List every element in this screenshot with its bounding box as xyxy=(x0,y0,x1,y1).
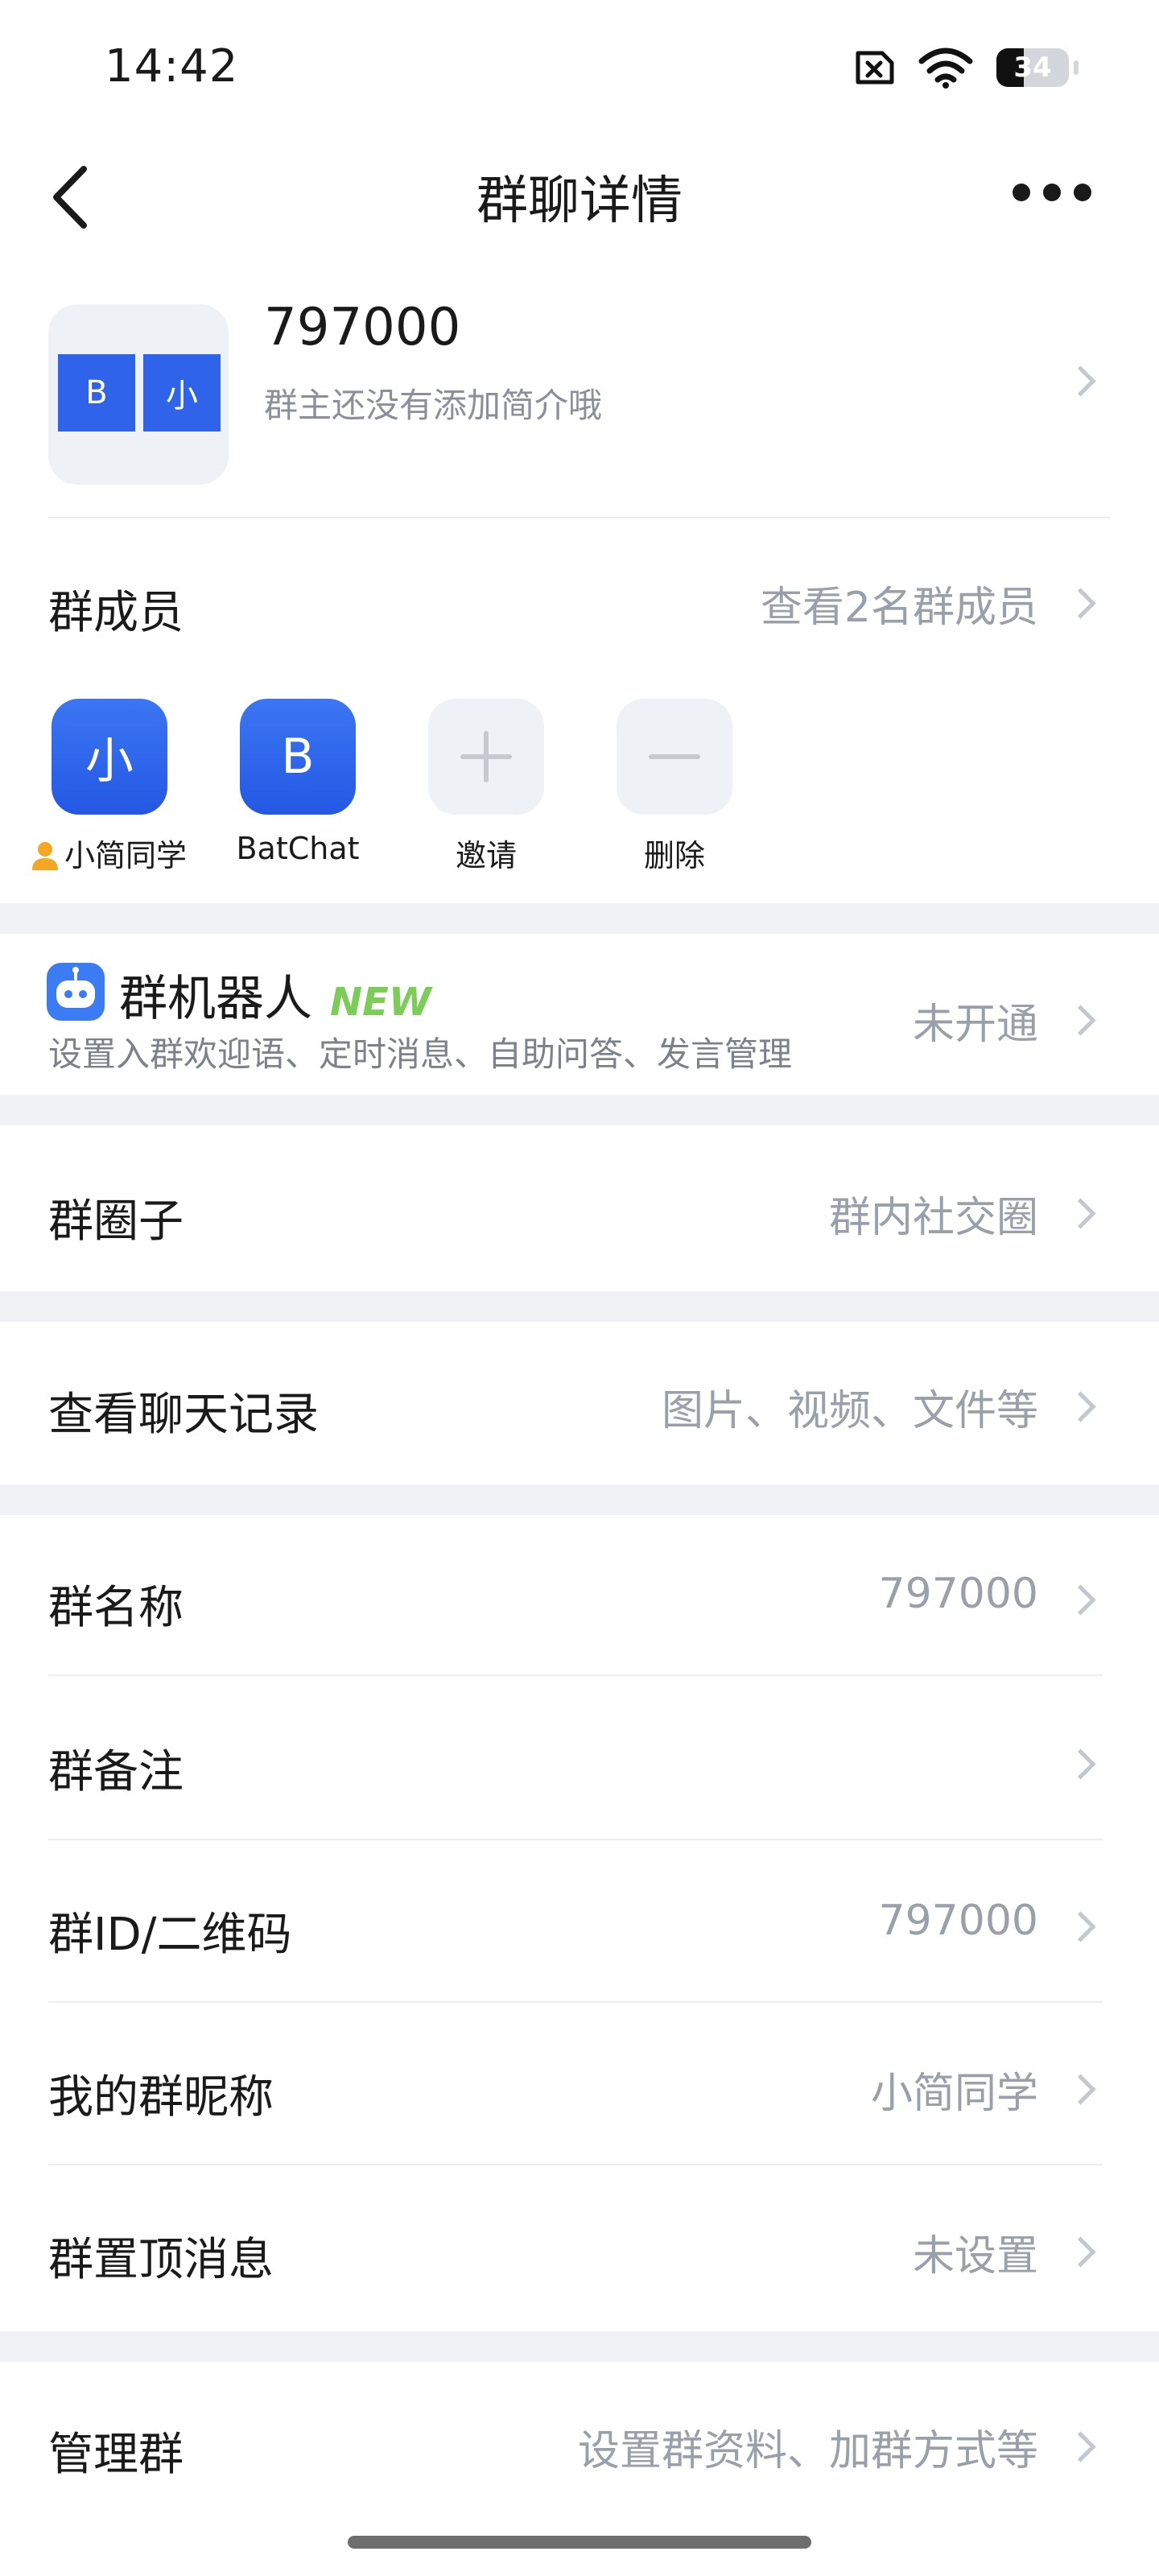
pinned-message-label[interactable]: 群置顶消息 xyxy=(48,2223,274,2289)
section-gap xyxy=(0,1291,1159,1322)
member-avatar-xiaojian[interactable]: 小 xyxy=(52,699,167,815)
remove-label: 删除 xyxy=(643,838,705,873)
status-icons: 34 xyxy=(850,47,1079,89)
chevron-right-icon[interactable] xyxy=(1065,2074,1096,2105)
chevron-right-icon[interactable] xyxy=(1065,1584,1096,1616)
divider xyxy=(48,1674,1103,1676)
divider xyxy=(48,2001,1103,2003)
manage-group-value: 设置群资料、加群方式等 xyxy=(577,2427,1038,2475)
member-name: 小简同学 xyxy=(16,831,201,875)
members-view-link[interactable]: 查看2名群成员 xyxy=(761,573,1038,634)
robot-title-group: 群机器人 NEW xyxy=(119,960,431,1030)
robot-description: 设置入群欢迎语、定时消息、自助问答、发言管理 xyxy=(48,1034,793,1074)
battery-icon: 34 xyxy=(996,48,1069,87)
group-intro: 群主还没有添加简介哦 xyxy=(264,386,603,425)
group-name: 797000 xyxy=(264,298,461,357)
group-id-qr-value: 797000 xyxy=(878,1897,1038,1945)
more-dot xyxy=(1074,184,1091,201)
owner-person-icon xyxy=(31,842,58,870)
chat-history-label[interactable]: 查看聊天记录 xyxy=(48,1378,319,1443)
member-avatar-batchat[interactable]: B xyxy=(240,699,356,815)
more-dot xyxy=(1043,184,1061,201)
robot-icon xyxy=(47,963,105,1024)
chevron-right-icon[interactable] xyxy=(1065,365,1096,397)
section-gap xyxy=(0,1484,1159,1515)
group-avatar[interactable]: B 小 xyxy=(48,304,229,485)
divider xyxy=(48,2164,1103,2165)
remove-button[interactable] xyxy=(617,699,732,815)
robot-status[interactable]: 未开通 xyxy=(913,990,1038,1051)
group-name-setting-label[interactable]: 群名称 xyxy=(48,1571,184,1637)
group-id-qr-label[interactable]: 群ID/二维码 xyxy=(48,1898,292,1963)
chevron-right-icon[interactable] xyxy=(1065,1748,1096,1780)
manage-group-label[interactable]: 管理群 xyxy=(48,2418,184,2483)
invite-label: 邀请 xyxy=(455,838,517,873)
divider xyxy=(48,517,1111,518)
member-name: BatChat xyxy=(236,831,360,866)
status-time: 14:42 xyxy=(105,40,239,93)
battery-tip xyxy=(1074,60,1079,75)
section-gap xyxy=(0,1095,1159,1125)
wifi-icon xyxy=(918,47,973,89)
member-name-text: 小简同学 xyxy=(64,838,187,873)
chevron-right-icon[interactable] xyxy=(1065,588,1096,619)
section-gap xyxy=(0,903,1159,934)
my-nickname-label[interactable]: 我的群昵称 xyxy=(48,2061,274,2126)
robot-title: 群机器人 xyxy=(119,971,312,1027)
group-circle-value: 群内社交圈 xyxy=(828,1194,1038,1242)
no-sim-icon xyxy=(856,51,894,85)
minus-icon xyxy=(649,754,700,759)
page-title: 群聊详情 xyxy=(476,171,683,231)
avatar-tile: B xyxy=(58,354,135,431)
chevron-right-icon[interactable] xyxy=(1065,1911,1096,1942)
group-name-setting-value: 797000 xyxy=(878,1570,1038,1618)
chat-history-value: 图片、视频、文件等 xyxy=(661,1387,1038,1435)
new-badge: NEW xyxy=(330,980,431,1025)
section-gap xyxy=(0,2331,1159,2362)
member-initial: 小 xyxy=(85,733,134,790)
invite-button[interactable] xyxy=(428,699,544,815)
chevron-right-icon[interactable] xyxy=(1065,2431,1096,2462)
chevron-right-icon[interactable] xyxy=(1065,1198,1096,1229)
divider xyxy=(48,1839,1103,1840)
group-remark-label[interactable]: 群备注 xyxy=(48,1736,184,1801)
plus-icon xyxy=(460,731,512,782)
avatar-tile: 小 xyxy=(143,354,221,431)
member-initial: B xyxy=(281,729,315,785)
home-indicator[interactable] xyxy=(348,2536,811,2549)
more-dot xyxy=(1013,184,1030,201)
chevron-right-icon[interactable] xyxy=(1065,1005,1096,1036)
chevron-right-icon[interactable] xyxy=(1065,1391,1096,1422)
chevron-right-icon[interactable] xyxy=(1065,2236,1096,2268)
my-nickname-value: 小简同学 xyxy=(870,2070,1038,2118)
members-label: 群成员 xyxy=(48,587,184,639)
group-circle-label[interactable]: 群圈子 xyxy=(48,1185,184,1250)
pinned-message-value: 未设置 xyxy=(912,2232,1038,2281)
battery-level: 34 xyxy=(1013,52,1052,84)
more-icon[interactable] xyxy=(1013,184,1091,201)
